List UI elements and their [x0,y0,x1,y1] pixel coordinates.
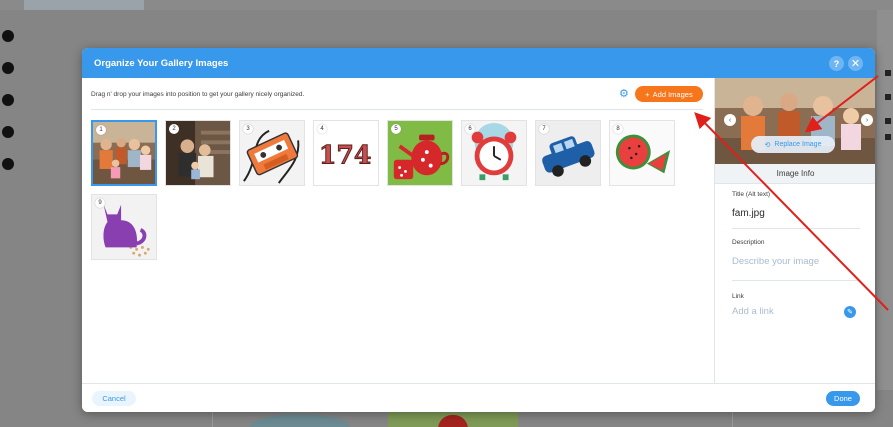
gallery-thumbnail[interactable]: 2 [165,120,231,186]
divider [91,109,703,110]
thumbnail-index-badge: 6 [465,124,475,134]
cancel-button[interactable]: Cancel [92,391,136,406]
thumbnail-index-badge: 1 [96,125,106,135]
thumbnail-index-badge: 5 [391,124,401,134]
gallery-thumbnail[interactable]: 5 [387,120,453,186]
thumbnail-index-badge: 3 [243,124,253,134]
gallery-thumbnail[interactable]: 4 174 [313,120,379,186]
toolbar-dot-icon[interactable] [2,94,14,106]
title-field-label: Title (Alt text) [732,191,771,198]
replace-icon: ⟲ [764,141,771,149]
image-preview: ‹ › ⟲ Replace Image [715,78,875,164]
dialog-footer: Cancel Done [82,383,875,412]
toolbar-dot-icon[interactable] [2,126,14,138]
toolbar-dot-icon[interactable] [2,62,14,74]
image-info-heading: Image Info [715,164,875,184]
thumbnail-index-badge: 7 [539,124,549,134]
help-button[interactable]: ? [829,56,844,71]
thumbnail-index-badge: 4 [317,124,327,134]
gallery-thumbnail[interactable]: 9 [91,194,157,260]
svg-text:174: 174 [319,140,372,170]
replace-image-button[interactable]: ⟲ Replace Image [751,136,835,153]
dialog-body: Drag n' drop your images into position t… [82,78,875,383]
gallery-thumbnail[interactable]: 3 [239,120,305,186]
toolbar-dot-icon[interactable] [2,158,14,170]
description-field-label: Description [732,239,765,246]
panel-square-icon [885,70,891,76]
dialog-title: Organize Your Gallery Images [94,57,229,69]
divider [732,228,860,229]
dialog-header: Organize Your Gallery Images ? ✕ [82,48,875,78]
plus-icon: + [645,89,650,99]
editor-tab [24,0,144,10]
done-button[interactable]: Done [826,391,860,406]
gallery-thumbnail[interactable]: 7 [535,120,601,186]
gallery-thumbnail[interactable]: 6 [461,120,527,186]
panel-square-icon [885,134,891,140]
link-icon[interactable]: ✎ [844,306,856,318]
toolbar-dot-icon[interactable] [2,30,14,42]
thumbnail-index-badge: 9 [95,198,105,208]
title-input[interactable]: fam.jpg [732,208,765,219]
gallery-organizer: Drag n' drop your images into position t… [82,78,714,383]
gallery-thumbnail[interactable]: 8 [609,120,675,186]
close-button[interactable]: ✕ [848,56,863,71]
panel-square-icon [885,118,891,124]
next-image-icon[interactable]: › [861,114,873,126]
add-images-button[interactable]: + Add Images [635,86,703,102]
editor-left-toolbar [0,30,14,190]
add-images-label: Add Images [652,89,693,99]
gallery-thumbnail[interactable]: 1 [91,120,157,186]
instructions-text: Drag n' drop your images into position t… [91,91,305,98]
replace-image-label: Replace Image [774,141,822,148]
link-input[interactable]: Add a link [732,306,774,317]
settings-gear-icon[interactable]: ⚙ [619,89,630,100]
thumbnail-index-badge: 8 [613,124,623,134]
link-field-label: Link [732,293,744,300]
editor-top-bar [0,0,893,10]
previous-image-icon[interactable]: ‹ [724,114,736,126]
organize-gallery-dialog: Organize Your Gallery Images ? ✕ Drag n'… [82,48,875,412]
image-info-panel: ‹ › ⟲ Replace Image Image Info Title (Al… [714,78,875,383]
divider [732,280,860,281]
thumbnail-index-badge: 2 [169,124,179,134]
panel-square-icon [885,94,891,100]
editor-right-panel-icons [877,60,893,140]
description-input[interactable]: Describe your image [732,256,819,267]
